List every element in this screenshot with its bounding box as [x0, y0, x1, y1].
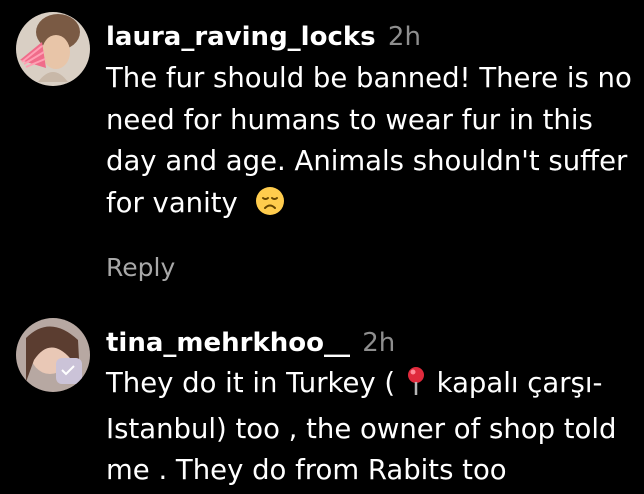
comment-line: day and age. Animals shouldn't suffer [106, 145, 628, 177]
pushpin-icon [404, 366, 428, 409]
comment-header: laura_raving_locks 2h [106, 21, 634, 53]
comment-line: Istanbul) too , the owner of shop told [106, 412, 617, 445]
comment-text: They do it in Turkey ( kapalı çarşı- Ist… [106, 363, 634, 492]
comment-text: The fur should be banned! There is no ne… [106, 58, 634, 228]
comment-header: tina_mehrkhoo__ 2h [106, 327, 634, 359]
reply-button[interactable]: Reply [106, 252, 175, 284]
username[interactable]: tina_mehrkhoo__ [106, 328, 350, 358]
username[interactable]: laura_raving_locks [106, 22, 376, 52]
avatar[interactable] [16, 318, 90, 392]
comment-line: me . They do from Rabits too [106, 454, 507, 486]
disappointed-face-emoji-icon [255, 186, 285, 229]
comment-line: They do it in Turkey ( kapalı çarşı- [106, 363, 634, 409]
comment-line: for vanity [106, 183, 634, 229]
timestamp: 2h [387, 22, 421, 52]
comment-line: need for humans to wear fur in this [106, 103, 593, 136]
comment-line: The fur should be banned! There is no [106, 62, 632, 94]
avatar[interactable] [16, 12, 90, 86]
timestamp: 2h [362, 328, 396, 358]
